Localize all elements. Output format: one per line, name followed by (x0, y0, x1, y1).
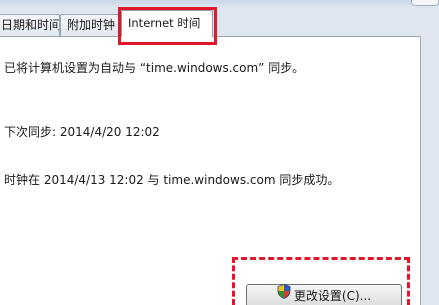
uac-shield-icon (277, 284, 291, 305)
title-bar (0, 0, 439, 6)
tab-internet-time[interactable]: Internet 时间 (121, 10, 213, 37)
next-sync-text: 下次同步: 2014/4/20 12:02 (4, 125, 160, 139)
change-settings-button[interactable]: 更改设置(C)... (246, 284, 402, 305)
tab-additional-clocks[interactable]: 附加时钟 (60, 14, 122, 36)
internet-time-panel: 已将计算机设置为自动与 “time.windows.com” 同步。 下次同步:… (0, 36, 421, 305)
close-button[interactable] (411, 0, 439, 6)
tab-date-and-time[interactable]: 日期和时间 (0, 14, 60, 36)
date-time-dialog: 日期和时间 附加时钟 Internet 时间 已将计算机设置为自动与 “time… (0, 0, 439, 305)
last-sync-text: 时钟在 2014/4/13 12:02 与 time.windows.com 同… (4, 173, 340, 187)
sync-info-text: 已将计算机设置为自动与 “time.windows.com” 同步。 (4, 61, 305, 75)
change-settings-label: 更改设置(C)... (293, 289, 372, 303)
